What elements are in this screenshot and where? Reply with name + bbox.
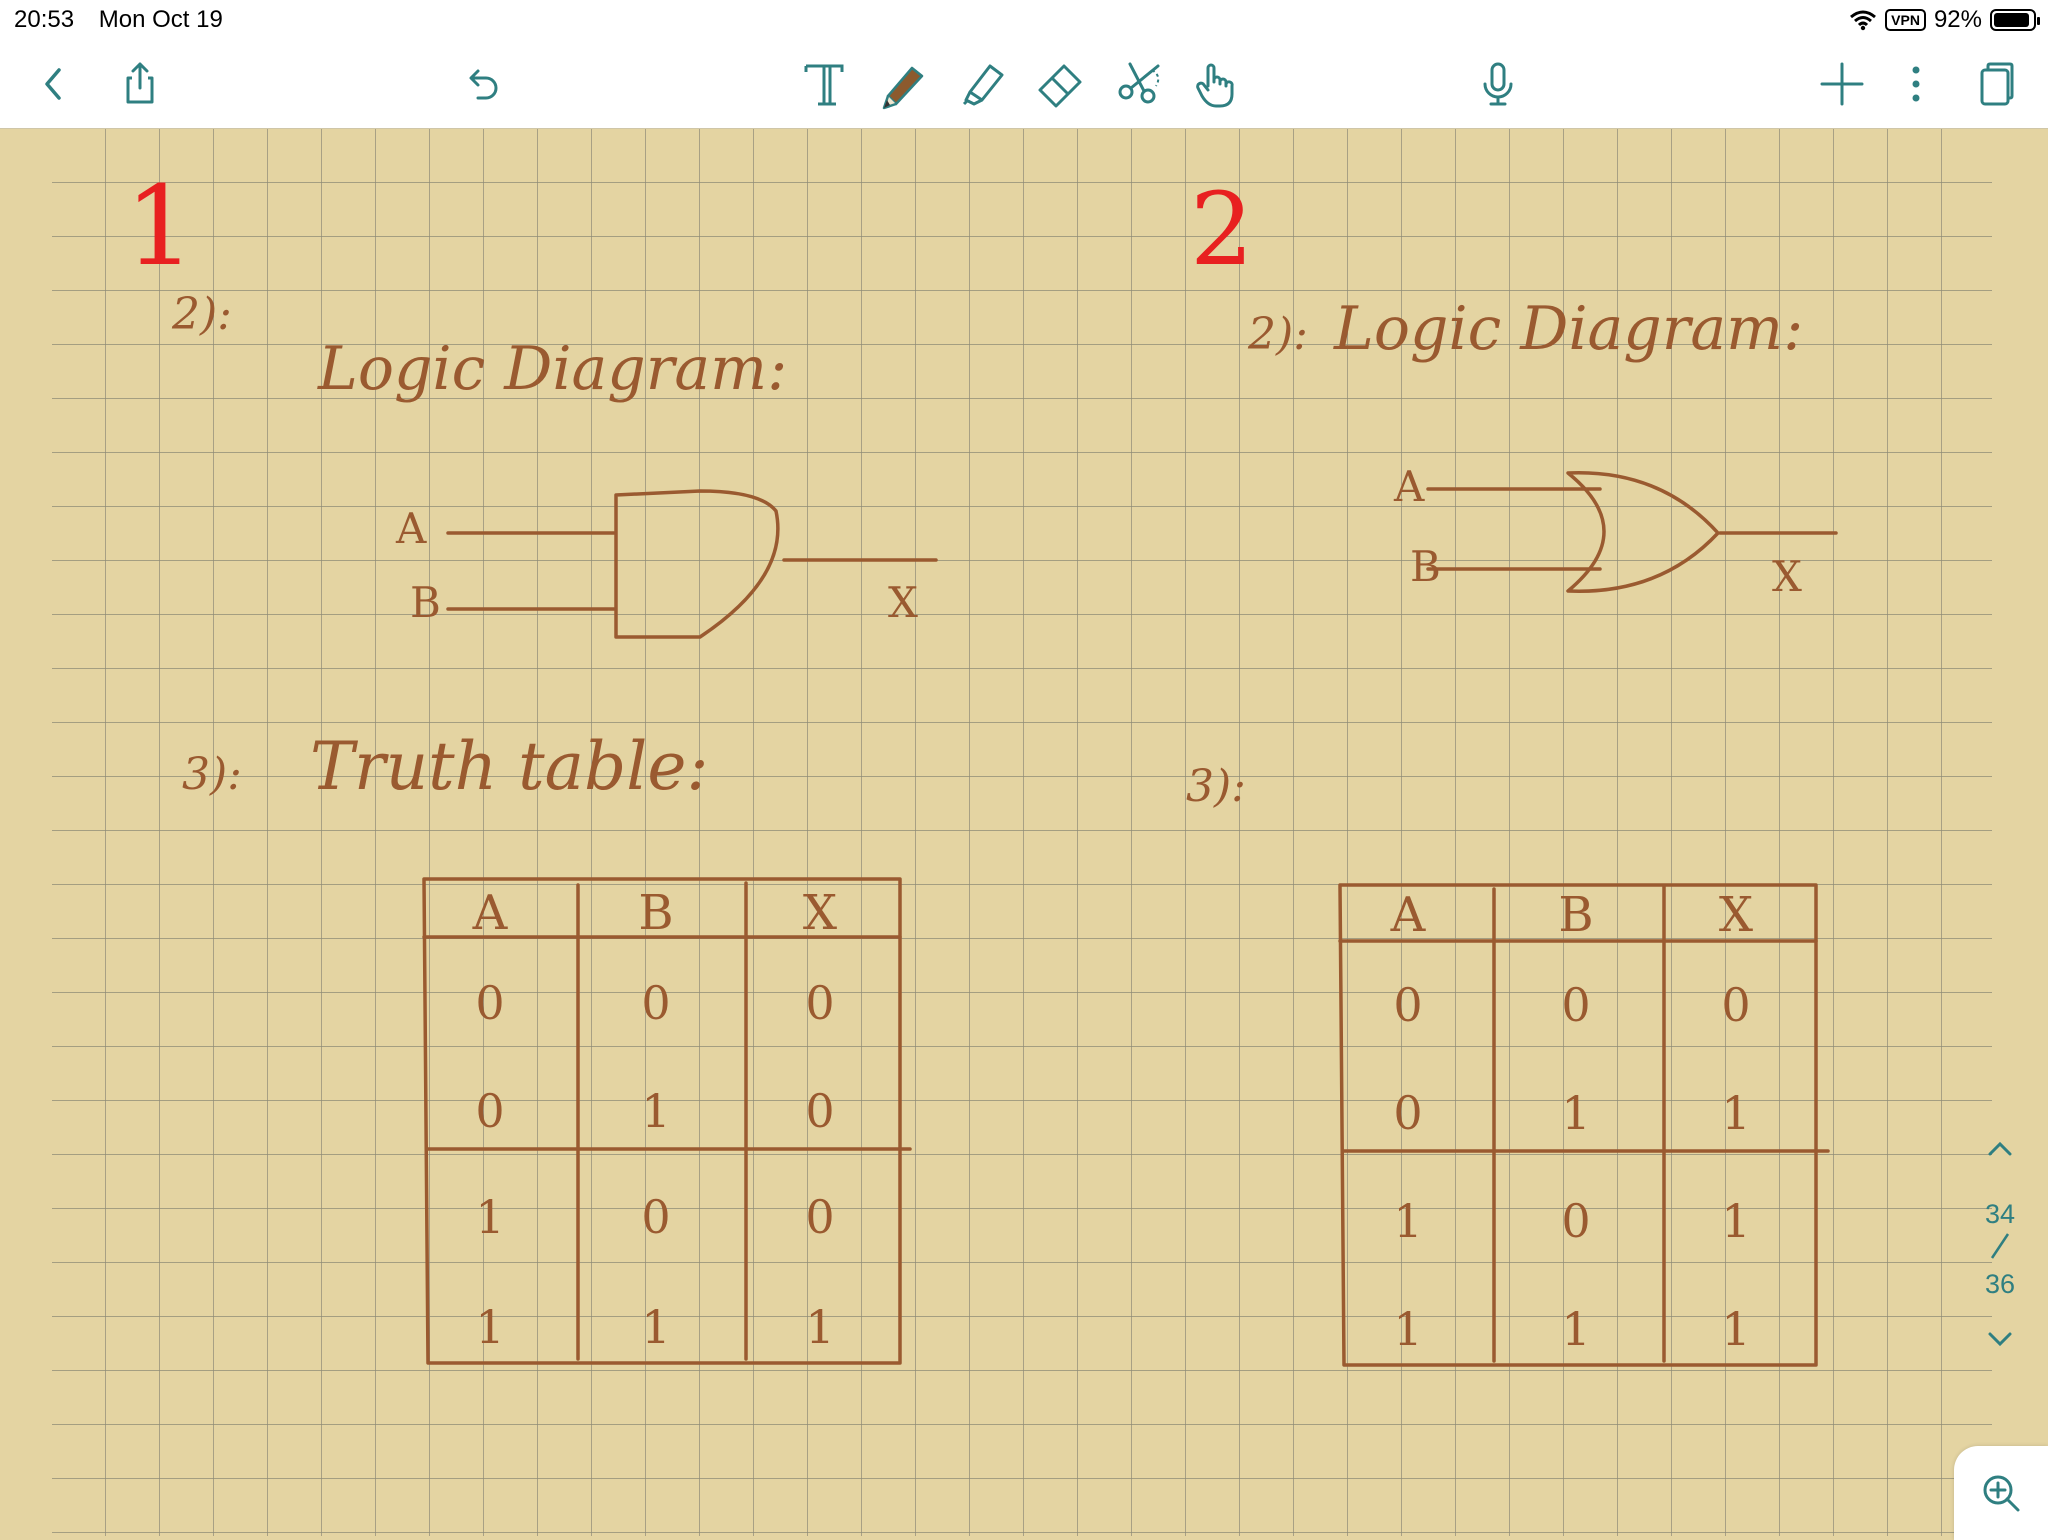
- toolbar: [0, 40, 2048, 129]
- table-header-a: A: [1390, 887, 1427, 943]
- page-divider: [1990, 1233, 2010, 1259]
- total-pages: 36: [1984, 1269, 2016, 1299]
- right-item2-label: 2):: [1247, 309, 1308, 360]
- pen-tool-button[interactable]: [868, 50, 936, 118]
- back-button[interactable]: [20, 50, 88, 118]
- left-input-a: A: [395, 504, 427, 553]
- microphone-icon: [1483, 62, 1513, 106]
- left-item3-label: 3):: [182, 749, 242, 800]
- page-navigator: 34 36: [1968, 1130, 2032, 1370]
- left-input-b: B: [410, 578, 441, 627]
- table-cell: 0: [805, 1084, 834, 1138]
- table-cell: 0: [1561, 978, 1590, 1032]
- more-icon: [1912, 66, 1920, 102]
- right-output-x: X: [1772, 552, 1802, 601]
- table-cell: 0: [805, 976, 834, 1030]
- share-icon: [126, 62, 154, 104]
- table-cell: 0: [641, 1190, 670, 1244]
- table-cell: 1: [1721, 1194, 1750, 1248]
- table-cell: 0: [641, 976, 670, 1030]
- table-header-x: X: [803, 885, 837, 941]
- table-cell: 1: [475, 1300, 504, 1354]
- table-cell: 1: [1561, 1302, 1590, 1356]
- table-cell: 1: [1721, 1086, 1750, 1140]
- section-number-1: 1: [125, 162, 195, 290]
- pages-button[interactable]: [1962, 50, 2030, 118]
- table-cell: 1: [1561, 1086, 1590, 1140]
- zoom-button[interactable]: [1954, 1446, 2048, 1540]
- table-cell: 1: [1721, 1302, 1750, 1356]
- table-cell: 0: [475, 976, 504, 1030]
- highlighter-icon: [962, 64, 1004, 106]
- add-button[interactable]: [1808, 50, 1876, 118]
- lasso-button[interactable]: [1106, 50, 1174, 118]
- page-up-icon[interactable]: [1982, 1130, 2018, 1166]
- table-cell: 0: [1393, 978, 1422, 1032]
- table-cell: 0: [805, 1190, 834, 1244]
- text-tool-icon: [804, 64, 844, 106]
- left-item3-title: Truth table:: [310, 728, 709, 805]
- table-cell: 1: [641, 1300, 670, 1354]
- note-canvas[interactable]: 1 2): Logic Diagram: A B X 3): Truth tab…: [0, 129, 2048, 1536]
- table-cell: 1: [805, 1300, 834, 1354]
- right-item3-label: 3):: [1186, 761, 1246, 812]
- table-cell: 0: [1393, 1086, 1422, 1140]
- left-item2-label: 2):: [171, 289, 232, 340]
- section-number-2: 2: [1190, 171, 1254, 288]
- hand-tool-button[interactable]: [1182, 50, 1250, 118]
- more-button[interactable]: [1882, 50, 1950, 118]
- table-cell: 1: [1393, 1194, 1422, 1248]
- vpn-badge: VPN: [1885, 9, 1926, 31]
- lasso-scissors-icon: [1118, 62, 1160, 104]
- add-icon: [1820, 62, 1864, 106]
- table-cell: 1: [1393, 1302, 1422, 1356]
- table-header-x: X: [1719, 887, 1753, 943]
- left-item2-title: Logic Diagram:: [317, 334, 787, 404]
- current-page: 34: [1984, 1199, 2016, 1229]
- pen-tool-icon: [882, 66, 924, 110]
- page-down-icon[interactable]: [1982, 1322, 2018, 1358]
- hand-pointer-icon: [1196, 63, 1234, 108]
- right-input-b: B: [1410, 542, 1441, 591]
- status-time: 20:53: [14, 6, 75, 33]
- battery-icon: [1990, 9, 2040, 31]
- undo-icon: [469, 69, 498, 100]
- status-date: Mon Oct 19: [98, 6, 223, 33]
- table-cell: 0: [475, 1084, 504, 1138]
- right-input-a: A: [1393, 462, 1425, 511]
- table-cell: 0: [1721, 978, 1750, 1032]
- highlighter-button[interactable]: [948, 50, 1016, 118]
- table-cell: 1: [641, 1084, 670, 1138]
- wifi-icon: [1850, 10, 1877, 31]
- pages-icon: [1980, 62, 2014, 106]
- table-cell: 0: [1561, 1194, 1590, 1248]
- eraser-button[interactable]: [1026, 50, 1094, 118]
- battery-percent: 92%: [1933, 6, 1982, 33]
- table-header-a: A: [472, 885, 509, 941]
- zoom-in-icon: [1983, 1475, 2020, 1512]
- eraser-icon: [1038, 64, 1082, 108]
- right-item2-title: Logic Diagram:: [1333, 294, 1803, 364]
- table-cell: 1: [475, 1190, 504, 1244]
- text-tool-button[interactable]: [790, 50, 858, 118]
- status-bar: 20:53 Mon Oct 19 VPN 92%: [0, 0, 2048, 40]
- back-icon: [45, 68, 61, 100]
- microphone-button[interactable]: [1464, 50, 1532, 118]
- table-header-b: B: [1558, 887, 1593, 943]
- left-output-x: X: [888, 578, 918, 627]
- share-button[interactable]: [106, 50, 174, 118]
- table-header-b: B: [638, 885, 673, 941]
- undo-button[interactable]: [448, 50, 516, 118]
